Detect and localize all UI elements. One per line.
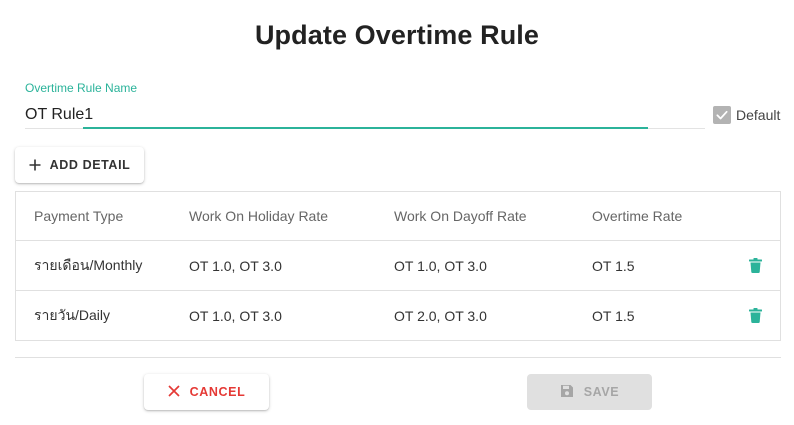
column-header-overtime-rate: Overtime Rate [592,208,683,224]
cell-dayoff-rate: OT 2.0, OT 3.0 [394,308,487,324]
cell-overtime-rate: OT 1.5 [592,308,635,324]
rule-name-label: Overtime Rule Name [25,81,138,95]
checkbox-checked-icon[interactable] [713,106,731,124]
add-detail-label: ADD DETAIL [49,158,131,172]
table-header-row: Payment Type Work On Holiday Rate Work O… [16,192,780,241]
rule-name-input[interactable] [25,100,705,129]
cell-overtime-rate: OT 1.5 [592,257,635,274]
cancel-label: CANCEL [189,385,246,399]
table-row: รายเดือน/Monthly OT 1.0, OT 3.0 OT 1.0, … [16,241,780,291]
dialog-title: Update Overtime Rule [254,20,540,50]
plus-icon [29,159,41,171]
column-header-holiday-rate: Work On Holiday Rate [189,208,329,224]
footer-divider [15,357,781,358]
overtime-detail-table: Payment Type Work On Holiday Rate Work O… [15,191,781,341]
save-button[interactable]: SAVE [527,374,652,410]
cancel-button[interactable]: CANCEL [144,374,269,410]
cell-holiday-rate: OT 1.0, OT 3.0 [189,308,282,324]
cell-dayoff-rate: OT 1.0, OT 3.0 [394,257,487,274]
default-checkbox[interactable]: Default [713,105,780,125]
cell-payment-type: รายเดือน/Monthly [34,256,143,273]
default-label: Default [736,107,781,123]
column-header-payment-type: Payment Type [34,208,124,224]
cell-holiday-rate: OT 1.0, OT 3.0 [189,257,282,274]
trash-icon[interactable] [749,308,762,328]
save-icon [560,384,574,401]
add-detail-button[interactable]: ADD DETAIL [15,147,144,183]
save-label: SAVE [583,385,620,399]
rule-name-focus-underline [83,127,648,129]
trash-icon[interactable] [749,258,762,278]
cell-payment-type: รายวัน/Daily [34,307,111,323]
update-overtime-rule-dialog: Update Overtime Rule Overtime Rule Name … [0,0,794,425]
table-row: รายวัน/Daily OT 1.0, OT 3.0 OT 2.0, OT 3… [16,291,780,341]
close-icon [168,384,180,400]
column-header-dayoff-rate: Work On Dayoff Rate [394,208,527,224]
